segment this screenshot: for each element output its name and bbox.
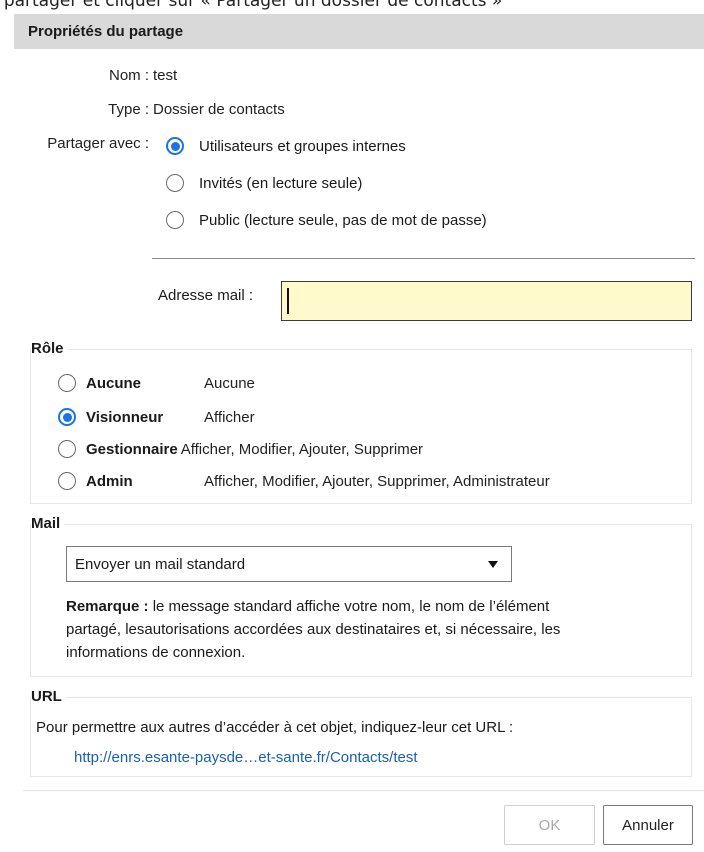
role-name: Gestionnaire bbox=[86, 440, 178, 458]
radio-button-checked[interactable] bbox=[58, 408, 76, 426]
radio-button[interactable] bbox=[166, 211, 184, 229]
mail-legend: Mail bbox=[31, 515, 65, 532]
mail-note: Remarque : le message standard affiche v… bbox=[66, 595, 606, 664]
url-instructions: Pour permettre aux autres d’accéder à ce… bbox=[36, 719, 514, 736]
role-option-admin[interactable]: Admin Afficher, Modifier, Ajouter, Suppr… bbox=[58, 472, 550, 490]
ok-button[interactable]: OK bbox=[504, 805, 595, 845]
type-value: Dossier de contacts bbox=[153, 101, 285, 118]
radio-button-checked[interactable] bbox=[166, 137, 184, 155]
text-caret bbox=[287, 288, 289, 314]
share-option-guests[interactable]: Invités (en lecture seule) bbox=[166, 174, 362, 192]
note-bold-label: Remarque : bbox=[66, 598, 149, 615]
radio-button[interactable] bbox=[58, 374, 76, 392]
dialog-title-bar: Propriétés du partage bbox=[14, 14, 704, 49]
name-label: Nom : bbox=[108, 67, 149, 84]
share-option-label: Utilisateurs et groupes internes bbox=[199, 137, 406, 155]
dialog-title: Propriétés du partage bbox=[28, 23, 184, 40]
role-description: Aucune bbox=[204, 374, 255, 392]
mail-type-selected: Envoyer un mail standard bbox=[75, 555, 246, 573]
role-option-viewer[interactable]: Visionneur Afficher bbox=[58, 408, 255, 426]
share-with-label: Partager avec : bbox=[47, 135, 149, 152]
email-input[interactable] bbox=[281, 281, 692, 321]
url-legend: URL bbox=[31, 688, 66, 705]
share-option-label: Public (lecture seule, pas de mot de pas… bbox=[199, 211, 487, 229]
radio-button[interactable] bbox=[58, 472, 76, 490]
role-legend: Rôle bbox=[31, 340, 68, 357]
divider bbox=[152, 258, 695, 259]
cancel-button[interactable]: Annuler bbox=[603, 805, 693, 845]
footer-divider bbox=[22, 790, 704, 791]
share-option-internal[interactable]: Utilisateurs et groupes internes bbox=[166, 137, 406, 155]
mail-type-select[interactable]: Envoyer un mail standard bbox=[66, 546, 512, 582]
name-value: test bbox=[153, 67, 178, 84]
share-url-link[interactable]: http://enrs.esante-paysde…et-sante.fr/Co… bbox=[74, 749, 418, 766]
radio-button[interactable] bbox=[58, 440, 76, 458]
role-description: Afficher, Modifier, Ajouter, Supprimer bbox=[180, 440, 424, 458]
email-label: Adresse mail : bbox=[158, 287, 254, 304]
share-option-public[interactable]: Public (lecture seule, pas de mot de pas… bbox=[166, 211, 487, 229]
role-name: Admin bbox=[86, 472, 133, 490]
dropdown-arrow-icon bbox=[488, 561, 498, 568]
role-description: Afficher, Modifier, Ajouter, Supprimer, … bbox=[204, 472, 550, 490]
radio-button[interactable] bbox=[166, 174, 184, 192]
role-option-manager[interactable]: Gestionnaire Afficher, Modifier, Ajouter… bbox=[58, 440, 423, 458]
role-option-none[interactable]: Aucune Aucune bbox=[58, 374, 255, 392]
role-description: Afficher bbox=[204, 408, 255, 426]
role-name: Aucune bbox=[86, 374, 142, 392]
type-label: Type : bbox=[108, 101, 149, 118]
document-caption: à partager et cliquer sur « Partager un … bbox=[0, 0, 503, 11]
role-name: Visionneur bbox=[86, 408, 164, 426]
share-option-label: Invités (en lecture seule) bbox=[199, 174, 363, 192]
